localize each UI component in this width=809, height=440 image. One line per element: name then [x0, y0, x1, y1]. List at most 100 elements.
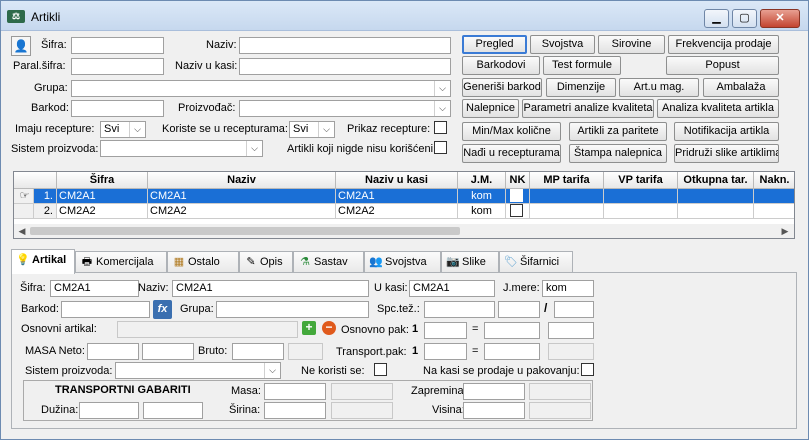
filter-nigde-nisu-checkbox[interactable]	[434, 141, 447, 154]
horizontal-scrollbar[interactable]: ◀ ▶	[14, 224, 794, 238]
cell-nk[interactable]	[506, 189, 530, 204]
cell-naziv[interactable]: CM2A1	[148, 189, 336, 204]
svojstva-button[interactable]: Svojstva	[530, 35, 595, 54]
detail-transport-pak-result-1[interactable]	[484, 343, 540, 360]
notifikacija-artikla-button[interactable]: Notifikacija artikla	[674, 122, 779, 141]
cell-naziv-u-kasi[interactable]: CM2A2	[336, 204, 458, 219]
detail-sifra-input[interactable]: CM2A1	[50, 280, 139, 297]
detail-osnovno-pak-result-2[interactable]	[548, 322, 594, 339]
user-search-icon[interactable]: 👤	[11, 36, 31, 56]
nk-checkbox[interactable]	[510, 189, 523, 202]
cell-mp-tarifa[interactable]	[530, 204, 604, 219]
detail-duzina-unit[interactable]	[143, 402, 203, 419]
minimize-button[interactable]: ▁	[704, 9, 729, 28]
cell-nakn[interactable]	[754, 204, 794, 219]
cell-sifra[interactable]: CM2A1	[57, 189, 148, 204]
grid-header-mp-tarifa[interactable]: MP tarifa	[530, 172, 604, 189]
title-bar[interactable]: ⚖ Artikli ▁ ▢ ✕	[1, 1, 808, 31]
scroll-right-icon[interactable]: ▶	[779, 225, 791, 237]
cell-naziv-u-kasi[interactable]: CM2A1	[336, 189, 458, 204]
grid-header-naziv[interactable]: Naziv	[148, 172, 336, 189]
filter-sifra-input[interactable]	[71, 37, 164, 54]
detail-ne-koristi-se-checkbox[interactable]	[374, 363, 387, 376]
grid-header-naziv-u-kasi[interactable]: Naziv u kasi	[336, 172, 458, 189]
detail-zapremina-input[interactable]	[463, 383, 525, 400]
filter-grupa-select[interactable]: ⌵	[71, 80, 451, 97]
detail-barkod-input[interactable]	[61, 301, 150, 318]
detail-transport-pak-result-2[interactable]	[548, 343, 594, 360]
nadji-u-recepturama-button[interactable]: Nađi u recepturama	[462, 144, 561, 163]
cell-sifra[interactable]: CM2A2	[57, 204, 148, 219]
stampa-nalepnica-button[interactable]: Štampa nalepnica	[569, 144, 667, 163]
detail-osnovno-pak-result-1[interactable]	[484, 322, 540, 339]
tab-ostalo[interactable]: ▦ Ostalo	[167, 251, 239, 273]
detail-osnovni-artikal-input[interactable]	[117, 321, 298, 338]
cell-otkupna-tar[interactable]	[678, 204, 754, 219]
artikli-za-paritete-button[interactable]: Artikli za paritete	[569, 122, 667, 141]
filter-koriste-se-select[interactable]: Svi ⌵	[289, 121, 335, 138]
detail-osnovno-pak-input[interactable]	[424, 322, 467, 339]
filter-naziv-u-kasi-input[interactable]	[239, 58, 451, 75]
cell-vp-tarifa[interactable]	[604, 189, 678, 204]
filter-paral-sifra-input[interactable]	[71, 58, 164, 75]
tab-slike[interactable]: 📷 Slike	[441, 251, 499, 273]
detail-bruto-input[interactable]	[232, 343, 284, 360]
art-u-mag-button[interactable]: Art.u mag.	[619, 78, 699, 97]
detail-masa-neto-unit[interactable]	[142, 343, 194, 360]
detail-na-kasi-checkbox[interactable]	[581, 363, 594, 376]
detail-sirina-unit[interactable]	[331, 402, 393, 419]
cell-jm[interactable]: kom	[458, 189, 506, 204]
detail-visina-input[interactable]	[463, 402, 525, 419]
filter-prikaz-recepture-checkbox[interactable]	[434, 121, 447, 134]
detail-duzina-input[interactable]	[79, 402, 139, 419]
cell-jm[interactable]: kom	[458, 204, 506, 219]
add-icon[interactable]: +	[302, 321, 316, 335]
cell-naziv[interactable]: CM2A2	[148, 204, 336, 219]
analiza-kvaliteta-artikla-button[interactable]: Analiza kvaliteta artikla	[657, 99, 779, 118]
filter-sistem-proizvoda-select[interactable]: ⌵	[100, 140, 263, 157]
tab-sastav[interactable]: ⚗ Sastav	[293, 251, 364, 273]
detail-masa-input[interactable]	[264, 383, 326, 400]
formula-fx-icon[interactable]: fx	[153, 300, 172, 319]
remove-icon[interactable]: −	[322, 321, 336, 335]
detail-grupa-input[interactable]	[216, 301, 369, 318]
detail-u-kasi-input[interactable]: CM2A1	[409, 280, 495, 297]
grid-header-nakn[interactable]: Nakn.	[754, 172, 794, 189]
nk-checkbox[interactable]	[510, 204, 523, 217]
sirovine-button[interactable]: Sirovine	[598, 35, 665, 54]
cell-mp-tarifa[interactable]	[530, 189, 604, 204]
filter-proizvodjac-select[interactable]: ⌵	[239, 100, 451, 117]
cell-vp-tarifa[interactable]	[604, 204, 678, 219]
pridruzi-slike-artiklima-button[interactable]: Pridruži slike artiklima	[674, 144, 779, 163]
detail-sirina-input[interactable]	[264, 402, 326, 419]
cell-nk[interactable]	[506, 204, 530, 219]
barkodovi-button[interactable]: Barkodovi	[462, 56, 540, 75]
detail-naziv-input[interactable]: CM2A1	[172, 280, 369, 297]
parametri-analize-kvaliteta-button[interactable]: Parametri analize kvaliteta	[522, 99, 654, 118]
dimenzije-button[interactable]: Dimenzije	[546, 78, 616, 97]
grid-header-otkupna-tar[interactable]: Otkupna tar.	[678, 172, 754, 189]
detail-spc-tez-input-3[interactable]	[554, 301, 594, 318]
detail-masa-neto-input[interactable]	[87, 343, 139, 360]
detail-masa-unit[interactable]	[331, 383, 393, 400]
pregled-button[interactable]: Pregled	[462, 35, 527, 54]
close-button[interactable]: ✕	[760, 9, 800, 28]
scroll-left-icon[interactable]: ◀	[16, 225, 28, 237]
test-formule-button[interactable]: Test formule	[543, 56, 621, 75]
maximize-button[interactable]: ▢	[732, 9, 757, 28]
cell-nakn[interactable]	[754, 189, 794, 204]
scrollbar-thumb[interactable]	[30, 227, 460, 235]
grid-header-nk[interactable]: NK	[506, 172, 530, 189]
tab-svojstva[interactable]: 👥 Svojstva	[364, 251, 441, 273]
detail-jmere-input[interactable]: kom	[542, 280, 594, 297]
filter-barkod-input[interactable]	[71, 100, 164, 117]
grid-header-jm[interactable]: J.M.	[458, 172, 506, 189]
detail-sistem-proizvoda-select[interactable]: ⌵	[115, 362, 281, 379]
detail-zapremina-unit[interactable]	[529, 383, 591, 400]
grid-header-sifra[interactable]: Šifra	[57, 172, 148, 189]
cell-otkupna-tar[interactable]	[678, 189, 754, 204]
nalepnice-button[interactable]: Nalepnice	[462, 99, 519, 118]
popust-button[interactable]: Popust	[666, 56, 779, 75]
min-max-kolicine-button[interactable]: Min/Max količne	[462, 122, 561, 141]
grid-header-vp-tarifa[interactable]: VP tarifa	[604, 172, 678, 189]
